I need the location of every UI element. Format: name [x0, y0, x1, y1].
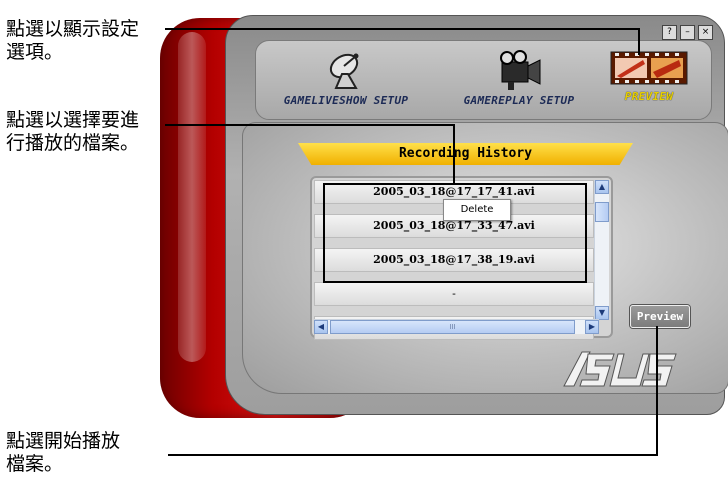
minimize-button[interactable]: – — [680, 25, 695, 40]
scroll-right-icon[interactable]: ▶ — [585, 320, 599, 334]
vertical-scrollbar[interactable]: ▲ ▼ — [594, 180, 609, 320]
gameliveshow-setup-button[interactable]: GAMELIVESHOW SETUP — [272, 48, 420, 107]
asus-logo — [563, 351, 677, 387]
callout-line-settings-drop — [638, 28, 640, 55]
callout-line-select-drop — [453, 124, 455, 184]
selection-highlight-box — [323, 183, 587, 283]
preview-tab-label: PREVIEW — [624, 90, 674, 103]
gamereplay-setup-button[interactable]: GAMEREPLAY SETUP — [448, 48, 590, 107]
context-menu-delete[interactable]: Delete — [443, 199, 511, 221]
scroll-up-icon[interactable]: ▲ — [595, 180, 609, 194]
preview-tab-button[interactable]: PREVIEW — [608, 48, 690, 103]
gamereplay-setup-label: GAMEREPLAY SETUP — [463, 94, 575, 107]
preview-button[interactable]: Preview — [630, 305, 690, 328]
video-camera-icon — [500, 50, 541, 90]
callout-line-play-rise — [656, 326, 658, 456]
film-strip-icon — [610, 51, 688, 85]
vertical-scroll-thumb[interactable] — [595, 202, 609, 222]
gameliveshow-setup-label: GAMELIVESHOW SETUP — [283, 94, 409, 107]
satellite-dish-icon — [329, 53, 359, 89]
horizontal-scrollbar[interactable]: ◀ III ▶ — [314, 319, 599, 334]
play-callout-text: 點選開始播放 檔案。 — [6, 430, 121, 475]
select-file-callout-text: 點選以選擇要進 行播放的檔案。 — [6, 109, 140, 154]
window-controls: ? – × — [662, 25, 713, 40]
settings-callout-text: 點選以顯示設定 選項。 — [6, 18, 140, 63]
callout-line-select — [165, 124, 455, 126]
recording-history-title: Recording History — [298, 143, 633, 165]
horizontal-scroll-thumb[interactable]: III — [330, 320, 575, 334]
scroll-down-icon[interactable]: ▼ — [595, 306, 609, 320]
callout-line-play — [168, 454, 658, 456]
recording-row[interactable]: - — [314, 282, 594, 306]
callout-line-settings — [165, 28, 639, 30]
help-button[interactable]: ? — [662, 25, 677, 40]
close-button[interactable]: × — [698, 25, 713, 40]
scroll-left-icon[interactable]: ◀ — [314, 320, 328, 334]
